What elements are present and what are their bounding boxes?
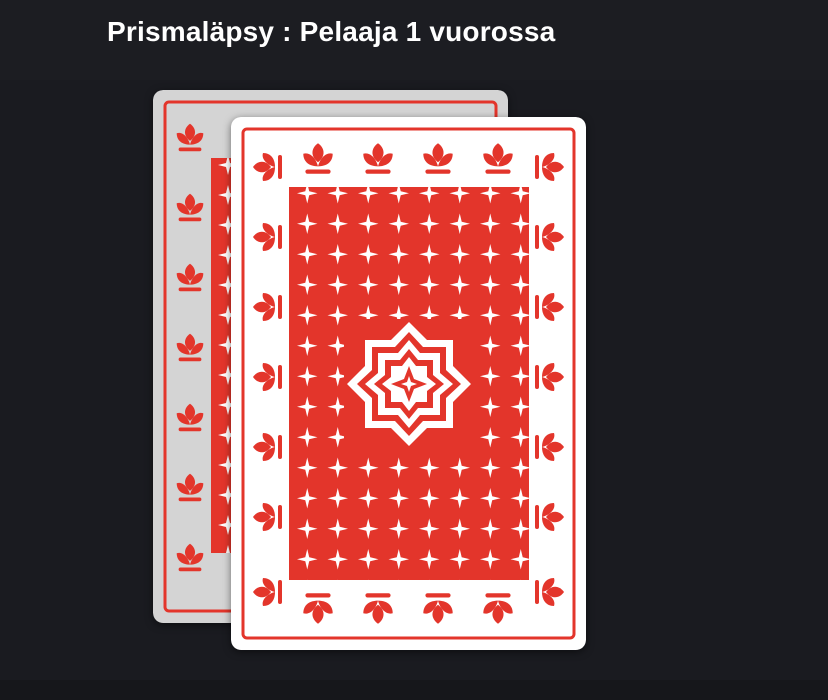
bottom-strip — [0, 680, 828, 700]
game-title: Prismaläpsy : Pelaaja 1 vuorossa — [107, 16, 556, 47]
card-back-icon — [231, 117, 586, 650]
header-bar: Prismaläpsy : Pelaaja 1 vuorossa — [0, 0, 828, 80]
card-pile-top[interactable] — [231, 117, 586, 650]
